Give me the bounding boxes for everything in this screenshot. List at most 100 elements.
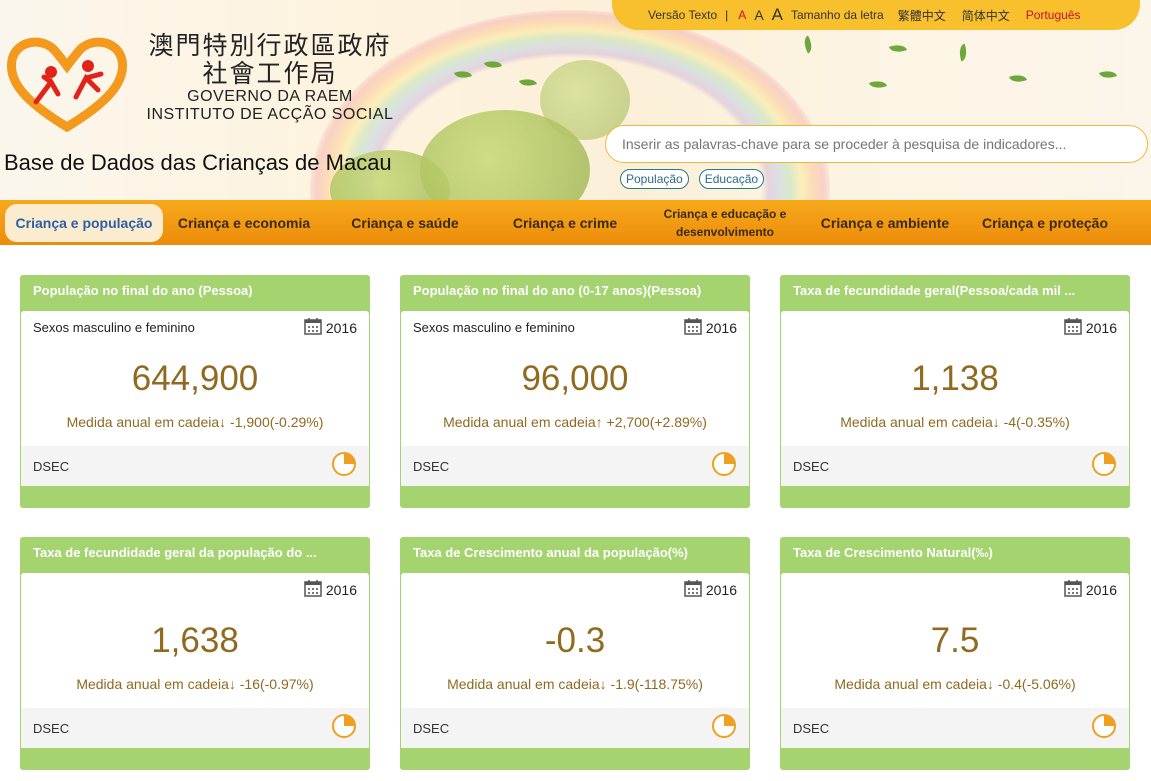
card-change: Medida anual em cadeia↓ -1,900(-0.29%) xyxy=(66,414,324,430)
ias-logo[interactable] xyxy=(6,32,128,133)
indicator-card[interactable]: Taxa de Crescimento Natural(‰) 2016 7.5 Med… xyxy=(780,537,1130,770)
card-year: 2016 xyxy=(684,579,737,600)
main-nav: Criança e população Criança e economia C… xyxy=(0,200,1151,245)
search-box[interactable] xyxy=(605,125,1148,163)
card-title[interactable]: População no final do ano (Pessoa) xyxy=(33,283,359,298)
card-year-value: 2016 xyxy=(1085,581,1117,598)
indicator-card[interactable]: População no final do ano (Pessoa) Sexos … xyxy=(20,275,370,508)
leaf-decoration xyxy=(1008,71,1028,86)
card-value: 644,900 xyxy=(131,359,259,398)
pie-chart-icon[interactable] xyxy=(1091,713,1117,744)
font-size-label: Tamanho da letra xyxy=(791,8,884,22)
font-size-large-button[interactable]: A xyxy=(772,5,783,25)
pie-chart-icon[interactable] xyxy=(331,713,357,744)
card-source: DSEC xyxy=(793,721,830,736)
ias-logo-text: 澳門特別行政區政府 社會工作局 GOVERNO DA RAEM INSTITUT… xyxy=(140,32,400,124)
search-input[interactable] xyxy=(622,136,1131,152)
card-change: Medida anual em cadeia↓ -0.4(-5.06%) xyxy=(834,676,1076,692)
card-subtitle: Sexos masculino e feminino xyxy=(413,320,575,335)
card-value: 96,000 xyxy=(521,359,629,398)
card-year-value: 2016 xyxy=(705,581,737,598)
card-source: DSEC xyxy=(793,459,830,474)
pie-chart-icon[interactable] xyxy=(331,451,357,482)
leaf-decoration xyxy=(868,77,888,92)
leaf-decoration xyxy=(1098,67,1118,82)
calendar-icon xyxy=(1064,579,1082,600)
card-year: 2016 xyxy=(304,579,357,600)
font-size-medium-button[interactable]: A xyxy=(754,7,763,23)
card-change: Medida anual em cadeia↑ +2,700(+2.89%) xyxy=(443,414,707,430)
card-title[interactable]: População no final do ano (0-17 anos)(Pe… xyxy=(413,283,739,298)
calendar-icon xyxy=(304,579,322,600)
text-version-link[interactable]: Versão Texto xyxy=(648,8,717,22)
search-tags: População Educação xyxy=(620,169,765,189)
card-year: 2016 xyxy=(1064,317,1117,338)
card-year-value: 2016 xyxy=(325,581,357,598)
card-year-value: 2016 xyxy=(1085,319,1117,336)
leaf-decoration xyxy=(888,41,908,56)
card-source: DSEC xyxy=(33,459,70,474)
card-year: 2016 xyxy=(684,317,737,338)
pie-chart-icon[interactable] xyxy=(711,451,737,482)
nav-item-crianca-saude[interactable]: Criança e saúde xyxy=(325,214,485,232)
card-year-value: 2016 xyxy=(325,319,357,336)
indicator-card[interactable]: População no final do ano (0-17 anos)(Pe… xyxy=(400,275,750,508)
logo-zh-line1: 澳門特別行政區政府 xyxy=(148,32,392,60)
pie-chart-icon[interactable] xyxy=(711,713,737,744)
lang-simplified-chinese-link[interactable]: 简体中文 xyxy=(962,7,1010,24)
card-title[interactable]: Taxa de fecundidade geral(Pessoa/cada mi… xyxy=(793,283,1119,298)
nav-item-crianca-educacao[interactable]: Criança e educação e desenvolvimento xyxy=(645,205,805,241)
calendar-icon xyxy=(684,579,702,600)
lang-traditional-chinese-link[interactable]: 繁體中文 xyxy=(898,7,946,24)
card-change: Medida anual em cadeia↓ -16(-0.97%) xyxy=(76,676,314,692)
card-body: 2016 7.5 Medida anual em cadeia↓ -0.4(-5.0… xyxy=(781,573,1129,748)
logo-pt-line1: GOVERNO DA RAEM xyxy=(187,88,353,105)
card-subtitle: Sexos masculino e feminino xyxy=(33,320,195,335)
logo-pt-line2: INSTITUTO DE ACÇÃO SOCIAL xyxy=(146,106,394,123)
card-footer: DSEC xyxy=(781,446,1129,486)
indicator-card[interactable]: Taxa de fecundidade geral da população d… xyxy=(20,537,370,770)
card-value: 7.5 xyxy=(930,621,980,660)
card-body: 2016 -0.3 Medida anual em cadeia↓ -1.9(-11… xyxy=(401,573,749,748)
nav-item-crianca-economia[interactable]: Criança e economia xyxy=(163,214,325,232)
card-footer: DSEC xyxy=(781,708,1129,748)
card-year: 2016 xyxy=(1064,579,1117,600)
card-footer: DSEC xyxy=(21,446,369,486)
nav-item-crianca-protecao[interactable]: Criança e proteção xyxy=(965,214,1125,232)
card-value: -0.3 xyxy=(544,621,606,660)
calendar-icon xyxy=(1064,317,1082,338)
card-body: Sexos masculino e feminino 2016 644,900 Med… xyxy=(21,311,369,486)
card-body: 2016 1,138 Medida anual em cadeia↓ -4(-0.3… xyxy=(781,311,1129,486)
card-title[interactable]: Taxa de fecundidade geral da população d… xyxy=(33,545,359,560)
tag-educacao[interactable]: Educação xyxy=(698,169,765,189)
tag-populacao[interactable]: População xyxy=(620,169,689,189)
pie-chart-icon[interactable] xyxy=(1091,451,1117,482)
card-footer: DSEC xyxy=(21,708,369,748)
card-change: Medida anual em cadeia↓ -4(-0.35%) xyxy=(840,414,1070,430)
site-title: Base de Dados das Crianças de Macau xyxy=(4,150,392,175)
nav-item-crianca-ambiente[interactable]: Criança e ambiente xyxy=(805,214,965,232)
font-size-small-button[interactable]: A xyxy=(738,8,746,22)
card-footer: DSEC xyxy=(401,708,749,748)
nav-item-crianca-populacao[interactable]: Criança e população xyxy=(5,203,163,242)
card-source: DSEC xyxy=(33,721,70,736)
logo-zh-line2: 社會工作局 xyxy=(202,60,338,88)
calendar-icon xyxy=(684,317,702,338)
leaf-decoration xyxy=(800,35,816,54)
separator: | xyxy=(725,8,729,22)
card-change: Medida anual em cadeia↓ -1.9(-118.75%) xyxy=(447,676,703,692)
nav-item-crianca-crime[interactable]: Criança e crime xyxy=(485,214,645,232)
lang-portuguese-link[interactable]: Português xyxy=(1026,8,1081,22)
utility-bar: Versão Texto | A A A Tamanho da letra 繁體… xyxy=(612,0,1140,30)
card-body: Sexos masculino e feminino 2016 96,000 Medi… xyxy=(401,311,749,486)
indicator-card[interactable]: Taxa de fecundidade geral(Pessoa/cada mi… xyxy=(780,275,1130,508)
card-title[interactable]: Taxa de Crescimento anual da população(%… xyxy=(413,545,739,560)
card-body: 2016 1,638 Medida anual em cadeia↓ -16(-0.… xyxy=(21,573,369,748)
card-title[interactable]: Taxa de Crescimento Natural(‰) xyxy=(793,545,1119,560)
indicator-card[interactable]: Taxa de Crescimento anual da população(%… xyxy=(400,537,750,770)
card-year-value: 2016 xyxy=(705,319,737,336)
card-source: DSEC xyxy=(413,459,450,474)
site-header: 澳門特別行政區政府 社會工作局 GOVERNO DA RAEM INSTITUT… xyxy=(0,0,1151,200)
card-year: 2016 xyxy=(304,317,357,338)
card-source: DSEC xyxy=(413,721,450,736)
